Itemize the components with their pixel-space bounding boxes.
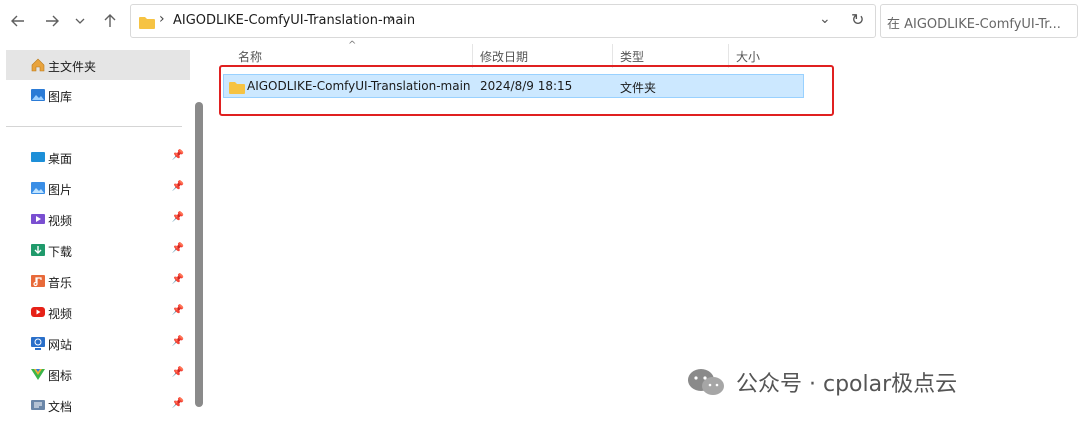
sidebar-divider: [6, 126, 182, 127]
back-arrow-icon[interactable]: [6, 9, 30, 33]
address-dropdown-chevron-icon[interactable]: ⌄: [819, 11, 831, 27]
sidebar-scrollbar[interactable]: [195, 102, 203, 407]
documents-icon: [30, 397, 46, 413]
annotation-highlight-box: [219, 65, 834, 116]
sidebar-item-desktop[interactable]: 桌面 📌: [6, 142, 190, 172]
downloads-icon: [30, 242, 46, 258]
videos-icon: [30, 211, 46, 227]
folder-icon: [139, 14, 155, 33]
column-header-type[interactable]: 类型: [620, 48, 644, 65]
gallery-icon: [30, 87, 46, 103]
watermark-text: 公众号 · cpolar极点云: [736, 372, 958, 397]
up-arrow-icon[interactable]: [98, 9, 122, 33]
sidebar-item-gallery[interactable]: 图库: [6, 80, 190, 110]
sidebar-item-home[interactable]: 主文件夹: [6, 50, 190, 80]
sidebar-item-label: 图标: [48, 369, 73, 383]
breadcrumb-chevron-icon: ›: [159, 11, 165, 27]
desktop-icon: [30, 149, 46, 165]
youtube-icon: [30, 304, 46, 320]
column-header-size[interactable]: 大小: [736, 48, 760, 65]
search-placeholder: 在 AIGODLIKE-ComfyUI-Tr...: [887, 17, 1061, 32]
sidebar-item-label: 下载: [48, 245, 73, 259]
pin-icon[interactable]: 📌: [172, 398, 184, 409]
breadcrumb-chevron-icon[interactable]: ›: [389, 11, 395, 27]
music-icon: [30, 273, 46, 289]
sidebar-item-label: 主文件夹: [48, 60, 97, 74]
column-header-modified[interactable]: 修改日期: [480, 48, 528, 65]
pictures-icon: [30, 180, 46, 196]
sidebar-item-label: 文档: [48, 400, 73, 414]
sidebar-item-website[interactable]: 网站 📌: [6, 328, 190, 358]
sidebar-item-label: 桌面: [48, 152, 73, 166]
sidebar-item-downloads[interactable]: 下载 📌: [6, 235, 190, 265]
sort-ascending-icon: ^: [348, 40, 357, 51]
watermark: 公众号 · cpolar极点云: [686, 366, 957, 398]
wechat-icon: [688, 369, 724, 395]
website-icon: [30, 335, 46, 351]
breadcrumb-current-folder[interactable]: AIGODLIKE-ComfyUI-Translation-main: [173, 13, 415, 28]
sidebar-item-label: 网站: [48, 338, 73, 352]
sidebar-item-label: 视频: [48, 214, 73, 228]
pin-icon[interactable]: 📌: [172, 305, 184, 316]
sidebar-item-icons[interactable]: 图标 📌: [6, 359, 190, 389]
search-input[interactable]: 在 AIGODLIKE-ComfyUI-Tr...: [880, 4, 1078, 38]
pin-icon[interactable]: 📌: [172, 212, 184, 223]
sidebar-item-youtube[interactable]: 视频 📌: [6, 297, 190, 327]
icons-icon: [30, 366, 46, 382]
pin-icon[interactable]: 📌: [172, 150, 184, 161]
sidebar-item-documents[interactable]: 文档 📌: [6, 390, 190, 420]
pin-icon[interactable]: 📌: [172, 367, 184, 378]
navigation-bar: › AIGODLIKE-ComfyUI-Translation-main › ⌄…: [0, 0, 1080, 42]
recent-locations-chevron-icon[interactable]: [68, 9, 92, 33]
pin-icon[interactable]: 📌: [172, 274, 184, 285]
pin-icon[interactable]: 📌: [172, 336, 184, 347]
sidebar-item-pictures[interactable]: 图片 📌: [6, 173, 190, 203]
sidebar-item-label: 图库: [48, 90, 73, 104]
refresh-icon[interactable]: ↻: [851, 10, 864, 29]
sidebar-item-music[interactable]: 音乐 📌: [6, 266, 190, 296]
sidebar-item-label: 音乐: [48, 276, 73, 290]
sidebar-item-videos[interactable]: 视频 📌: [6, 204, 190, 234]
column-header-name[interactable]: 名称: [238, 48, 262, 65]
forward-arrow-icon[interactable]: [40, 9, 64, 33]
sidebar-item-label: 图片: [48, 183, 73, 197]
pin-icon[interactable]: 📌: [172, 181, 184, 192]
navigation-pane: 主文件夹 图库 桌面 📌 图片 📌 视频 📌 下载 📌 音乐 📌 视频 📌 网站…: [0, 42, 206, 427]
sidebar-item-label: 视频: [48, 307, 73, 321]
address-bar[interactable]: › AIGODLIKE-ComfyUI-Translation-main › ⌄…: [130, 4, 876, 38]
pin-icon[interactable]: 📌: [172, 243, 184, 254]
home-icon: [30, 57, 46, 73]
